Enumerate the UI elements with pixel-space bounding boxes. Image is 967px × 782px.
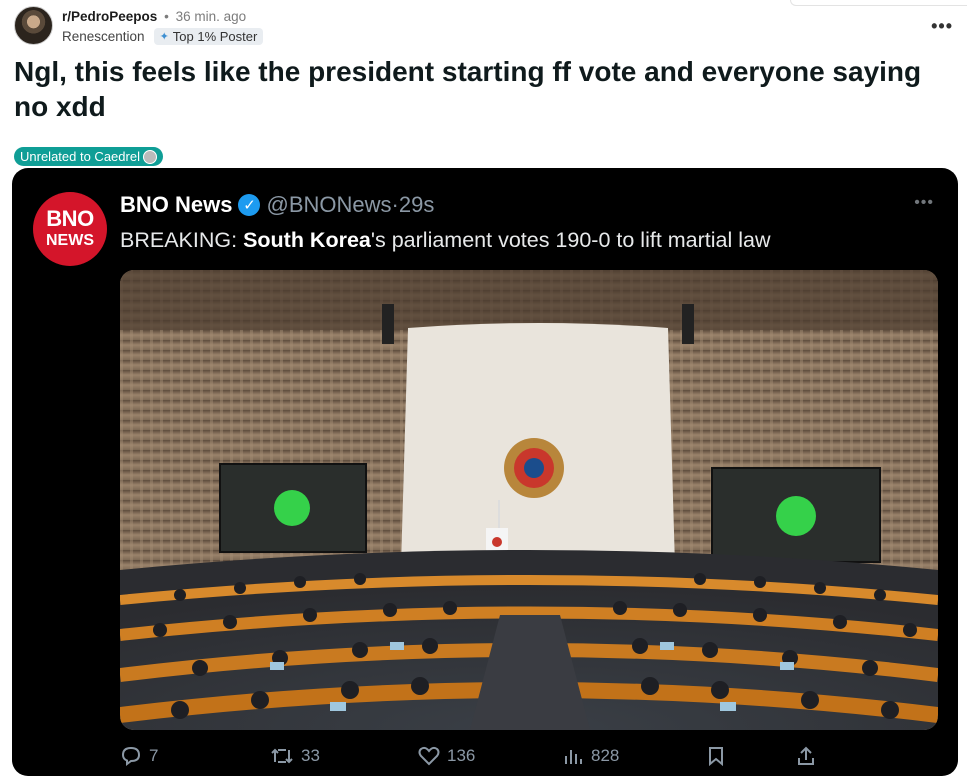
embedded-tweet-image[interactable]: BNO NEWS BNO News ✓ @BNONews · 29s ••• B… bbox=[12, 168, 958, 776]
tweet-text-prefix: BREAKING: bbox=[120, 228, 244, 252]
retweet-action: 33 bbox=[270, 746, 320, 766]
like-count: 136 bbox=[447, 746, 476, 765]
post-more-options-button[interactable]: ••• bbox=[931, 16, 953, 37]
subreddit-link[interactable]: r/PedroPeepos bbox=[62, 9, 157, 24]
retweet-count: 33 bbox=[301, 746, 320, 765]
tweet-separator: · bbox=[391, 192, 399, 217]
reply-action: 7 bbox=[120, 746, 158, 766]
tweet-header: BNO News ✓ @BNONews · 29s bbox=[120, 192, 434, 218]
flair-emoji-icon bbox=[142, 149, 157, 164]
views-count: 828 bbox=[591, 746, 620, 765]
assembly-hall-illustration bbox=[120, 270, 938, 730]
author-flair-label: Top 1% Poster bbox=[172, 29, 258, 44]
top-edge-divider bbox=[790, 0, 967, 6]
subreddit-avatar[interactable] bbox=[14, 6, 53, 45]
post-flair-tag[interactable]: Unrelated to Caedrel bbox=[14, 147, 163, 166]
like-action: 136 bbox=[418, 746, 475, 766]
views-chart-icon bbox=[565, 750, 582, 764]
bookmark-icon bbox=[709, 747, 723, 766]
author-flair-badge: ✦ Top 1% Poster bbox=[153, 28, 264, 45]
meta-separator: • bbox=[164, 9, 169, 24]
verified-check-icon: ✓ bbox=[238, 194, 261, 216]
tweet-author-name: BNO News bbox=[120, 192, 233, 217]
tweet-more-icon: ••• bbox=[914, 194, 934, 211]
author-link[interactable]: Renescention bbox=[62, 29, 145, 44]
logo-text-bno: BNO bbox=[46, 206, 94, 231]
retweet-icon bbox=[271, 748, 293, 764]
poster-badge-icon: ✦ bbox=[159, 31, 169, 43]
logo-text-news: NEWS bbox=[46, 232, 94, 249]
share-icon bbox=[798, 746, 814, 765]
heart-icon bbox=[418, 746, 440, 766]
tweet-text: BREAKING: South Korea's parliament votes… bbox=[120, 228, 771, 253]
bno-news-avatar: BNO NEWS bbox=[33, 192, 107, 266]
share-action bbox=[796, 746, 823, 766]
tweet-actions-bar: 7 33 136 828 bbox=[120, 746, 910, 768]
bookmark-action bbox=[706, 746, 733, 766]
tweet-text-suffix: 's parliament votes 190-0 to lift martia… bbox=[370, 228, 771, 252]
post-title[interactable]: Ngl, this feels like the president start… bbox=[14, 54, 954, 124]
tweet-text-bold: South Korea bbox=[243, 228, 371, 252]
tweet-time: 29s bbox=[398, 192, 435, 217]
reply-icon bbox=[121, 746, 141, 766]
views-action: 828 bbox=[562, 746, 619, 766]
reply-count: 7 bbox=[149, 746, 159, 765]
tweet-handle: @BNONews bbox=[266, 192, 392, 217]
post-header: r/PedroPeepos • 36 min. ago Renescention… bbox=[14, 6, 264, 45]
parliament-photo bbox=[120, 270, 938, 730]
post-meta: r/PedroPeepos • 36 min. ago Renescention… bbox=[62, 8, 264, 45]
post-time: 36 min. ago bbox=[175, 9, 247, 24]
post-flair-label: Unrelated to Caedrel bbox=[20, 149, 140, 164]
